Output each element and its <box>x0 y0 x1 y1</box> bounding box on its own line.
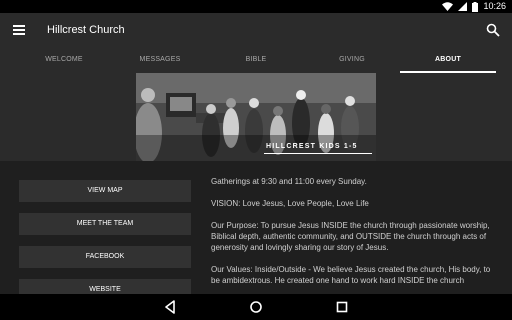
gatherings-text: Gatherings at 9:30 and 11:00 every Sunda… <box>211 177 367 186</box>
tab-bible[interactable]: BIBLE <box>206 47 306 73</box>
about-text: Gatherings at 9:30 and 11:00 every Sunda… <box>211 176 499 294</box>
about-content: VIEW MAP MEET THE TEAM FACEBOOK WEBSITE … <box>0 161 512 294</box>
meet-the-team-button[interactable]: MEET THE TEAM <box>19 213 191 235</box>
search-icon[interactable] <box>486 23 500 37</box>
purpose-text: Our Purpose: To pursue Jesus INSIDE the … <box>211 221 490 252</box>
status-time: 10:26 <box>483 1 506 11</box>
tab-welcome[interactable]: WELCOME <box>14 47 114 73</box>
tab-messages[interactable]: MESSAGES <box>110 47 210 73</box>
wifi-icon <box>442 2 454 11</box>
status-icons: 10:26 <box>442 1 506 12</box>
view-map-button[interactable]: VIEW MAP <box>19 180 191 202</box>
hero-image: HILLCREST KIDS 1-5 <box>136 73 376 161</box>
cellular-signal-icon <box>458 2 468 11</box>
vision-text: VISION: Love Jesus, Love People, Love Li… <box>211 199 369 208</box>
back-icon[interactable] <box>163 300 177 314</box>
page-title: Hillcrest Church <box>47 24 125 36</box>
hero-section: HILLCREST KIDS 1-5 <box>0 73 512 161</box>
hero-caption: HILLCREST KIDS 1-5 <box>266 143 358 150</box>
tab-giving[interactable]: GIVING <box>302 47 402 73</box>
home-icon[interactable] <box>249 300 263 314</box>
recents-icon[interactable] <box>335 300 349 314</box>
facebook-button[interactable]: FACEBOOK <box>19 246 191 268</box>
tab-about[interactable]: ABOUT <box>398 47 498 73</box>
battery-icon <box>472 1 479 12</box>
navigation-bar <box>0 294 512 320</box>
status-bar: 10:26 <box>0 0 512 13</box>
app-bar: Hillcrest Church <box>0 13 512 47</box>
hamburger-menu-icon[interactable] <box>13 25 25 35</box>
tab-bar: WELCOME MESSAGES BIBLE GIVING ABOUT <box>0 47 512 73</box>
values-text: Our Values: Inside/Outside - We believe … <box>211 265 491 285</box>
website-button[interactable]: WEBSITE <box>19 279 191 294</box>
